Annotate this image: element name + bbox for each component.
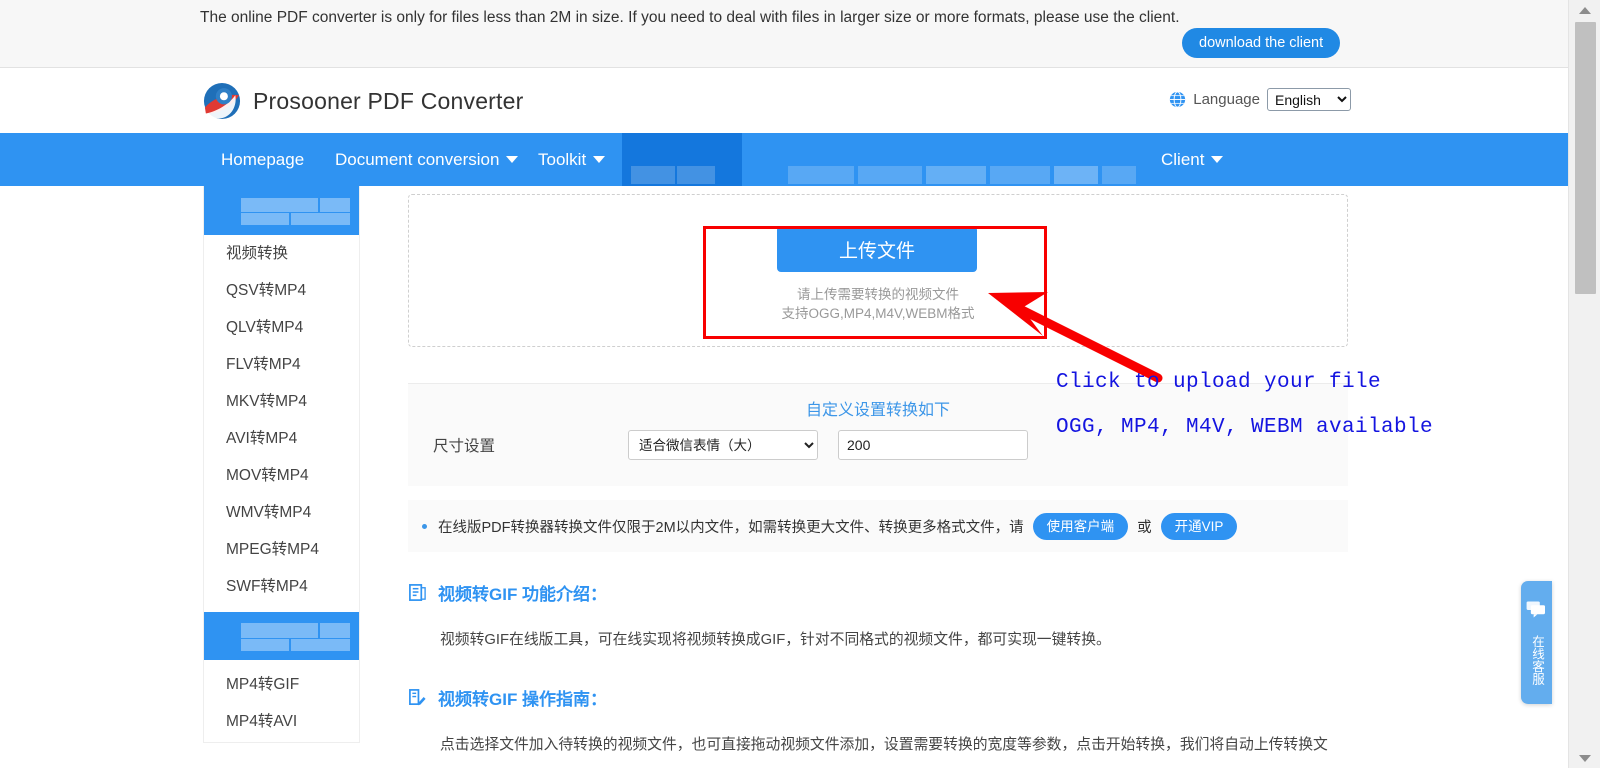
- annotation-line-2: OGG, MP4, M4V, WEBM available: [1056, 416, 1434, 439]
- sidebar-item-0[interactable]: 视频转换: [204, 235, 359, 272]
- feature-intro-heading: 视频转GIF 功能介绍：: [408, 580, 1348, 605]
- or-label: 或: [1137, 519, 1152, 536]
- site-header: Prosooner PDF Converter Language English: [0, 68, 1568, 133]
- brand-logo[interactable]: Prosooner PDF Converter: [203, 82, 523, 120]
- chevron-down-icon: [1211, 156, 1224, 163]
- chevron-down-icon: [593, 156, 606, 163]
- guide-pen-icon: [409, 689, 426, 706]
- content-column: 上传文件 请上传需要转换的视频文件 支持OGG,MP4,M4V,WEBM格式 自…: [408, 186, 1348, 768]
- page-content: The online PDF converter is only for fil…: [0, 0, 1568, 768]
- sidebar-group-redacted[interactable]: [204, 612, 359, 660]
- chevron-down-icon: [506, 156, 519, 163]
- scroll-down-arrow-icon[interactable]: [1569, 748, 1600, 768]
- page-root: The online PDF converter is only for fil…: [0, 0, 1600, 768]
- page-scrollbar[interactable]: [1568, 0, 1600, 768]
- sidebar-item-7[interactable]: WMV转MP4: [204, 494, 359, 531]
- feature-intro-title: 视频转GIF 功能介绍：: [438, 585, 608, 604]
- chat-bubble-icon: [1526, 601, 1545, 618]
- sidebar-item-2[interactable]: QLV转MP4: [204, 309, 359, 346]
- sidebar-item-8[interactable]: MPEG转MP4: [204, 531, 359, 568]
- upload-file-button[interactable]: 上传文件: [777, 226, 977, 272]
- sidebar-item-6[interactable]: MOV转MP4: [204, 457, 359, 494]
- online-service-label: 在线客服: [1530, 635, 1544, 685]
- sidebar-item-3[interactable]: FLV转MP4: [204, 346, 359, 383]
- sidebar-item-1[interactable]: QSV转MP4: [204, 272, 359, 309]
- open-vip-button[interactable]: 开通VIP: [1160, 512, 1238, 540]
- nav-item-toolkit[interactable]: Toolkit: [538, 133, 606, 186]
- vip-notice-text: 在线版PDF转换器转换文件仅限于2M以内文件，如需转换更大文件、转换更多格式文件…: [438, 519, 1024, 536]
- top-notice-bar: The online PDF converter is only for fil…: [0, 0, 1568, 68]
- width-input[interactable]: [838, 430, 1028, 460]
- upload-hint: 请上传需要转换的视频文件 支持OGG,MP4,M4V,WEBM格式: [409, 285, 1347, 323]
- guide-heading: 视频转GIF 操作指南：: [408, 685, 1348, 710]
- size-preset-select[interactable]: 适合微信表情（大）: [628, 430, 818, 460]
- bullet-icon: [422, 523, 427, 529]
- scroll-up-arrow-icon[interactable]: [1569, 0, 1600, 20]
- language-select[interactable]: English: [1267, 88, 1351, 111]
- nav-label: Toolkit: [538, 149, 587, 169]
- sidebar-header-redacted[interactable]: [204, 186, 359, 235]
- upload-hint-line2: 支持OGG,MP4,M4V,WEBM格式: [781, 306, 975, 321]
- size-setting-label: 尺寸设置: [433, 438, 496, 455]
- nav-label: Document conversion: [335, 149, 500, 169]
- nav-label: Client: [1161, 149, 1205, 169]
- scrollbar-thumb[interactable]: [1575, 22, 1596, 294]
- globe-icon: [1170, 91, 1186, 108]
- guide-body: 点击选择文件加入待转换的视频文件，也可直接拖动视频文件添加，设置需要转换的宽度等…: [440, 737, 1328, 753]
- download-client-button[interactable]: download the client: [1182, 28, 1341, 58]
- guide-title: 视频转GIF 操作指南：: [438, 690, 608, 709]
- nav-item-redacted-1[interactable]: [622, 133, 742, 186]
- upload-hint-line1: 请上传需要转换的视频文件: [797, 287, 959, 302]
- size-setting-row: 尺寸设置 适合微信表情（大）: [433, 430, 1028, 460]
- vip-notice-bar: 在线版PDF转换器转换文件仅限于2M以内文件，如需转换更大文件、转换更多格式文件…: [408, 500, 1348, 552]
- online-service-widget[interactable]: 在线客服: [1521, 581, 1552, 704]
- upload-dropzone[interactable]: 上传文件 请上传需要转换的视频文件 支持OGG,MP4,M4V,WEBM格式: [408, 194, 1348, 347]
- main-nav: Homepage Document conversion Toolkit Cli…: [0, 133, 1568, 186]
- sidebar-item-mp4-to-gif[interactable]: MP4转GIF: [204, 666, 359, 703]
- nav-item-redacted-2[interactable]: [742, 133, 1138, 186]
- annotation-line-1: Click to upload your file: [1056, 371, 1382, 394]
- feature-intro-section: 视频转GIF 功能介绍： 视频转GIF在线版工具，可在线实现将视频转换成GIF，…: [408, 580, 1348, 657]
- sidebar-item-5[interactable]: AVI转MP4: [204, 420, 359, 457]
- sidebar-item-9[interactable]: SWF转MP4: [204, 568, 359, 605]
- guide-section: 视频转GIF 操作指南： 点击选择文件加入待转换的视频文件，也可直接拖动视频文件…: [408, 685, 1348, 768]
- sidebar-item-mp4-to-avi[interactable]: MP4转AVI: [204, 703, 359, 740]
- nav-item-homepage[interactable]: Homepage: [221, 133, 304, 186]
- category-sidebar: 视频转换 QSV转MP4 QLV转MP4 FLV转MP4 MKV转MP4 AVI…: [203, 186, 360, 743]
- top-notice-text: The online PDF converter is only for fil…: [200, 9, 1180, 26]
- brand-name: Prosooner PDF Converter: [253, 87, 524, 114]
- feature-intro-body: 视频转GIF在线版工具，可在线实现将视频转换成GIF，针对不同格式的视频文件，都…: [440, 632, 1111, 648]
- language-label: Language: [1193, 91, 1260, 108]
- document-intro-icon: [409, 584, 426, 601]
- language-selector[interactable]: Language English: [1169, 88, 1351, 111]
- use-client-button[interactable]: 使用客户端: [1032, 512, 1129, 540]
- sidebar-item-4[interactable]: MKV转MP4: [204, 383, 359, 420]
- nav-item-client[interactable]: Client: [1161, 133, 1224, 186]
- nav-item-document-conversion[interactable]: Document conversion: [335, 133, 519, 186]
- main-area: 视频转换 QSV转MP4 QLV转MP4 FLV转MP4 MKV转MP4 AVI…: [0, 186, 1568, 753]
- nav-label: Homepage: [221, 149, 305, 169]
- prosooner-logo-icon: [203, 82, 241, 120]
